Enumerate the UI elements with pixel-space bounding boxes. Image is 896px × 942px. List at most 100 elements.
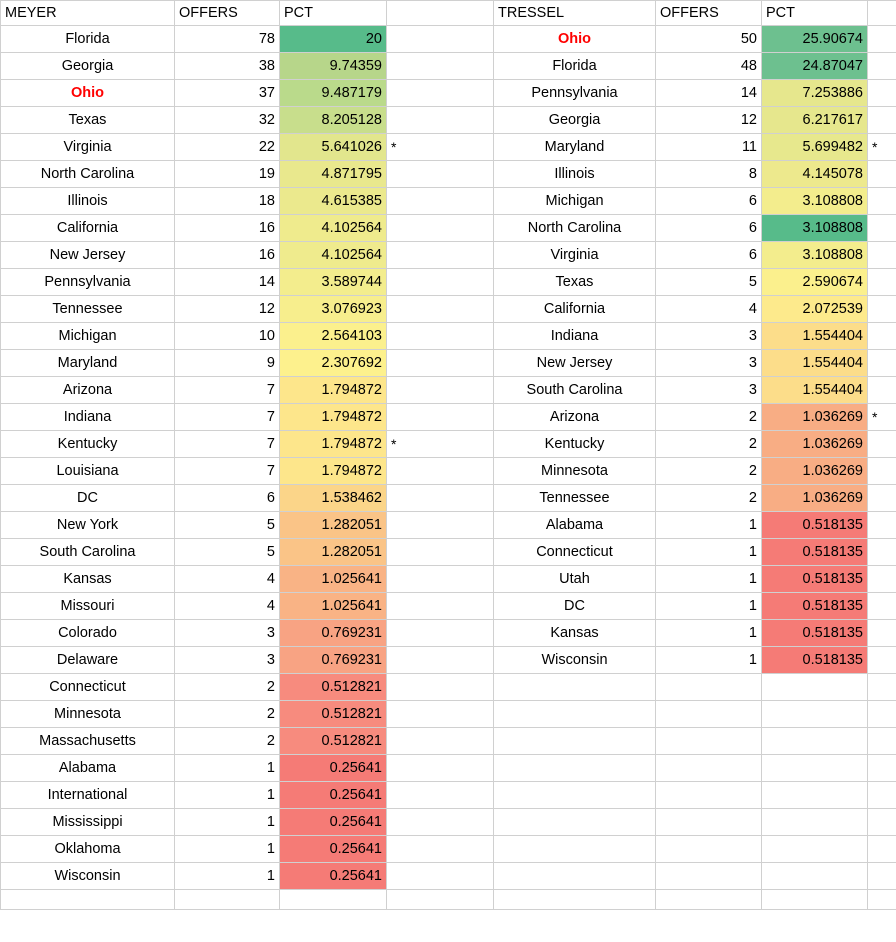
- tressel-state-cell[interactable]: Kansas: [493, 619, 656, 647]
- tressel-offers-cell-empty[interactable]: [655, 673, 762, 701]
- tressel-offers-cell[interactable]: 1: [655, 646, 762, 674]
- meyer-state-cell[interactable]: Colorado: [0, 619, 175, 647]
- meyer-offers-cell[interactable]: 14: [174, 268, 280, 296]
- tressel-pct-cell-empty[interactable]: [761, 727, 868, 755]
- tressel-offers-cell[interactable]: 1: [655, 565, 762, 593]
- tressel-offers-cell[interactable]: 2: [655, 403, 762, 431]
- empty-cell[interactable]: [174, 889, 280, 910]
- meyer-pct-cell[interactable]: 0.769231: [279, 646, 387, 674]
- empty-cell[interactable]: [867, 889, 896, 910]
- tressel-state-cell-empty[interactable]: [493, 673, 656, 701]
- tressel-state-cell[interactable]: Arizona: [493, 403, 656, 431]
- meyer-offers-cell[interactable]: 4: [174, 592, 280, 620]
- meyer-pct-cell[interactable]: 0.25641: [279, 781, 387, 809]
- header-meyer-name[interactable]: MEYER: [0, 0, 175, 26]
- tressel-pct-cell-empty[interactable]: [761, 835, 868, 863]
- tressel-pct-cell[interactable]: 1.036269: [761, 430, 868, 458]
- tressel-state-cell-empty[interactable]: [493, 862, 656, 890]
- tressel-offers-cell-empty[interactable]: [655, 700, 762, 728]
- meyer-offers-cell[interactable]: 37: [174, 79, 280, 107]
- empty-cell[interactable]: [279, 889, 387, 910]
- tressel-state-cell[interactable]: Alabama: [493, 511, 656, 539]
- tressel-pct-cell[interactable]: 4.145078: [761, 160, 868, 188]
- meyer-offers-cell[interactable]: 38: [174, 52, 280, 80]
- tressel-offers-cell[interactable]: 12: [655, 106, 762, 134]
- tressel-pct-cell[interactable]: 1.036269: [761, 403, 868, 431]
- tressel-state-cell[interactable]: Michigan: [493, 187, 656, 215]
- meyer-offers-cell[interactable]: 16: [174, 214, 280, 242]
- meyer-state-cell[interactable]: Louisiana: [0, 457, 175, 485]
- tressel-pct-cell[interactable]: 3.108808: [761, 187, 868, 215]
- meyer-state-cell[interactable]: Alabama: [0, 754, 175, 782]
- tressel-state-cell-empty[interactable]: [493, 754, 656, 782]
- tressel-state-cell[interactable]: Illinois: [493, 160, 656, 188]
- meyer-pct-cell[interactable]: 9.487179: [279, 79, 387, 107]
- meyer-pct-cell[interactable]: 1.282051: [279, 538, 387, 566]
- meyer-state-cell[interactable]: Ohio: [0, 79, 175, 107]
- tressel-state-cell[interactable]: Texas: [493, 268, 656, 296]
- tressel-offers-cell[interactable]: 50: [655, 25, 762, 53]
- meyer-offers-cell[interactable]: 6: [174, 484, 280, 512]
- tressel-pct-cell[interactable]: 25.90674: [761, 25, 868, 53]
- meyer-state-cell[interactable]: Massachusetts: [0, 727, 175, 755]
- tressel-offers-cell[interactable]: 1: [655, 592, 762, 620]
- tressel-state-cell[interactable]: Kentucky: [493, 430, 656, 458]
- tressel-pct-cell-empty[interactable]: [761, 754, 868, 782]
- tressel-pct-cell-empty[interactable]: [761, 808, 868, 836]
- tressel-offers-cell[interactable]: 3: [655, 349, 762, 377]
- tressel-offers-cell[interactable]: 11: [655, 133, 762, 161]
- meyer-offers-cell[interactable]: 7: [174, 430, 280, 458]
- meyer-offers-cell[interactable]: 1: [174, 808, 280, 836]
- tressel-offers-cell[interactable]: 14: [655, 79, 762, 107]
- meyer-offers-cell[interactable]: 78: [174, 25, 280, 53]
- meyer-state-cell[interactable]: Virginia: [0, 133, 175, 161]
- meyer-state-cell[interactable]: South Carolina: [0, 538, 175, 566]
- meyer-pct-cell[interactable]: 4.615385: [279, 187, 387, 215]
- tressel-offers-cell[interactable]: 48: [655, 52, 762, 80]
- tressel-offers-cell-empty[interactable]: [655, 781, 762, 809]
- meyer-pct-cell[interactable]: 0.512821: [279, 727, 387, 755]
- tressel-pct-cell[interactable]: 7.253886: [761, 79, 868, 107]
- tressel-state-cell-empty[interactable]: [493, 781, 656, 809]
- tressel-pct-cell[interactable]: 1.554404: [761, 322, 868, 350]
- tressel-pct-cell[interactable]: 1.554404: [761, 376, 868, 404]
- meyer-state-cell[interactable]: Texas: [0, 106, 175, 134]
- meyer-pct-cell[interactable]: 1.794872: [279, 403, 387, 431]
- meyer-pct-cell[interactable]: 2.564103: [279, 322, 387, 350]
- empty-cell[interactable]: [655, 889, 762, 910]
- meyer-offers-cell[interactable]: 12: [174, 295, 280, 323]
- header-tressel-name[interactable]: TRESSEL: [493, 0, 656, 26]
- meyer-pct-cell[interactable]: 1.282051: [279, 511, 387, 539]
- tressel-state-cell[interactable]: Georgia: [493, 106, 656, 134]
- meyer-offers-cell[interactable]: 16: [174, 241, 280, 269]
- tressel-offers-cell[interactable]: 2: [655, 457, 762, 485]
- tressel-pct-cell[interactable]: 24.87047: [761, 52, 868, 80]
- meyer-offers-cell[interactable]: 18: [174, 187, 280, 215]
- tressel-offers-cell-empty[interactable]: [655, 835, 762, 863]
- meyer-pct-cell[interactable]: 0.25641: [279, 754, 387, 782]
- meyer-pct-cell[interactable]: 1.025641: [279, 565, 387, 593]
- meyer-offers-cell[interactable]: 1: [174, 754, 280, 782]
- tressel-pct-cell[interactable]: 0.518135: [761, 565, 868, 593]
- tressel-state-cell-empty[interactable]: [493, 835, 656, 863]
- tressel-offers-cell[interactable]: 1: [655, 538, 762, 566]
- tressel-pct-cell[interactable]: 0.518135: [761, 592, 868, 620]
- meyer-offers-cell[interactable]: 2: [174, 673, 280, 701]
- tressel-offers-cell[interactable]: 2: [655, 430, 762, 458]
- meyer-state-cell[interactable]: Kentucky: [0, 430, 175, 458]
- meyer-state-cell[interactable]: International: [0, 781, 175, 809]
- meyer-offers-cell[interactable]: 7: [174, 457, 280, 485]
- meyer-state-cell[interactable]: DC: [0, 484, 175, 512]
- meyer-offers-cell[interactable]: 2: [174, 700, 280, 728]
- tressel-pct-cell[interactable]: 0.518135: [761, 619, 868, 647]
- meyer-pct-cell[interactable]: 1.794872: [279, 457, 387, 485]
- meyer-pct-cell[interactable]: 4.871795: [279, 160, 387, 188]
- meyer-state-cell[interactable]: Tennessee: [0, 295, 175, 323]
- meyer-state-cell[interactable]: Arizona: [0, 376, 175, 404]
- tressel-state-cell[interactable]: Utah: [493, 565, 656, 593]
- tressel-state-cell[interactable]: Maryland: [493, 133, 656, 161]
- header-meyer-offers[interactable]: OFFERS: [174, 0, 280, 26]
- meyer-state-cell[interactable]: Missouri: [0, 592, 175, 620]
- tressel-state-cell[interactable]: New Jersey: [493, 349, 656, 377]
- tressel-pct-cell[interactable]: 6.217617: [761, 106, 868, 134]
